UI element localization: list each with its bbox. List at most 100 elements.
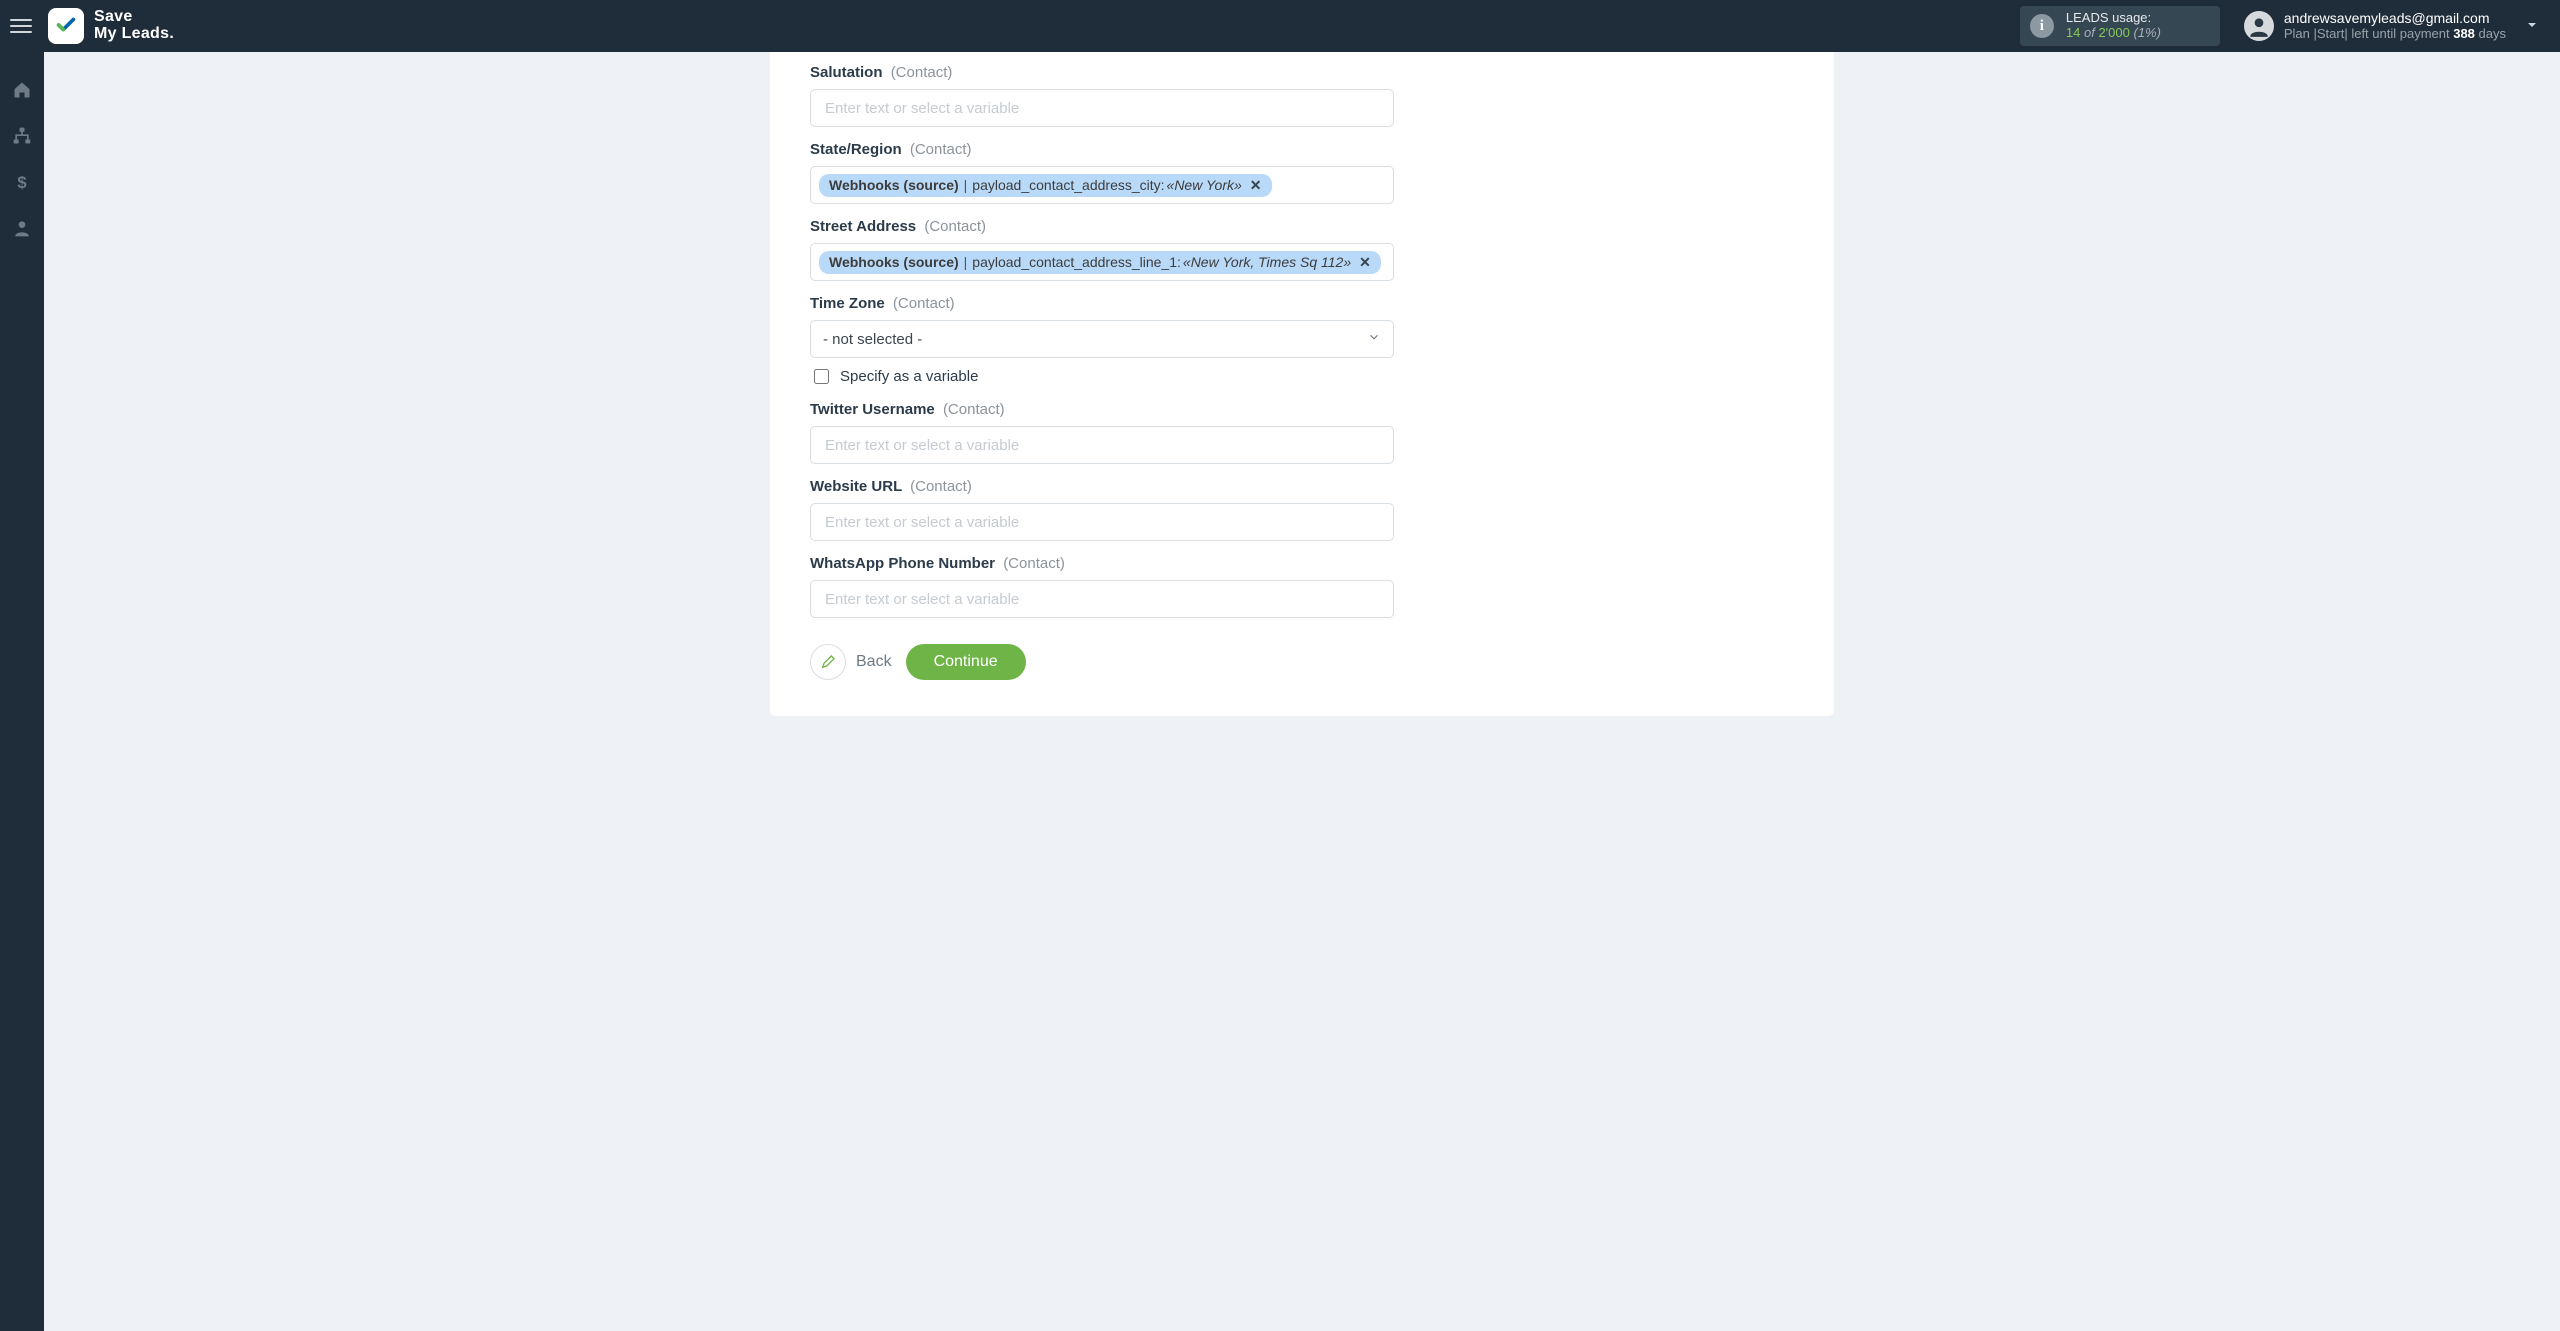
sidebar-item-home[interactable] [11,80,33,102]
brand-line2: My Leads [94,26,174,43]
website-input[interactable] [810,503,1394,541]
specify-variable-checkbox[interactable] [814,369,829,384]
usage-used: 14 [2066,25,2080,40]
info-icon: i [2030,14,2054,38]
whatsapp-input[interactable] [810,580,1394,618]
sidebar: $ [0,52,44,1331]
user-icon [12,218,32,241]
field-label: Street Address (Contact) [810,218,1360,235]
state-region-input[interactable]: Webhooks (source) | payload_contact_addr… [810,166,1394,204]
label-text: WhatsApp Phone Number [810,555,995,572]
label-context: (Contact) [924,218,986,235]
field-salutation: Salutation (Contact) [810,64,1360,127]
chip-sep: | [964,177,968,193]
field-website: Website URL (Contact) [810,478,1360,541]
label-text: Website URL [810,478,902,495]
close-icon: ✕ [1359,254,1371,270]
checkmark-icon [55,14,77,39]
salutation-input[interactable] [810,89,1394,127]
form-actions: Back Continue [810,644,1360,680]
chevron-down-icon [1367,330,1381,348]
specify-variable-row[interactable]: Specify as a variable [810,366,1360,387]
chevron-down-icon [2524,20,2540,36]
chip-remove[interactable]: ✕ [1359,254,1371,271]
twitter-text-input[interactable] [823,436,1381,455]
specify-variable-label: Specify as a variable [840,368,978,385]
field-label: Twitter Username (Contact) [810,401,1360,418]
variable-chip: Webhooks (source) | payload_contact_addr… [819,251,1381,274]
field-street-address: Street Address (Contact) Webhooks (sourc… [810,218,1360,281]
chip-path: payload_contact_address_city: [972,177,1164,193]
salutation-text-input[interactable] [823,99,1381,118]
account-email: andrewsavemyleads@gmail.com [2284,10,2506,26]
field-state-region: State/Region (Contact) Webhooks (source)… [810,141,1360,204]
chip-source: Webhooks (source) [829,254,959,270]
field-label: State/Region (Contact) [810,141,1360,158]
field-whatsapp: WhatsApp Phone Number (Contact) [810,555,1360,618]
variable-chip: Webhooks (source) | payload_contact_addr… [819,174,1272,197]
label-context: (Contact) [910,141,972,158]
svg-text:$: $ [17,172,27,191]
label-context: (Contact) [910,478,972,495]
chip-path: payload_contact_address_line_1: [972,254,1181,270]
brand-line1: Save [94,9,174,26]
label-text: Salutation [810,64,883,81]
account-info: andrewsavemyleads@gmail.com Plan |Start|… [2284,10,2506,41]
usage-total: 2'000 [2098,25,2129,40]
field-label: Salutation (Contact) [810,64,1360,81]
pencil-icon [810,644,846,680]
label-context: (Contact) [943,401,1005,418]
chip-remove[interactable]: ✕ [1250,177,1262,194]
menu-toggle[interactable] [8,13,34,39]
plan-prefix: Plan |Start| left until payment [2284,26,2453,41]
usage-title: LEADS usage: [2066,11,2161,26]
label-context: (Contact) [893,295,955,312]
close-icon: ✕ [1250,177,1262,193]
continue-button[interactable]: Continue [906,644,1026,680]
chip-source: Webhooks (source) [829,177,959,193]
label-text: Street Address [810,218,916,235]
usage-of: of [2084,25,2095,40]
brand-name: Save My Leads [94,9,174,43]
chip-value: «New York» [1167,177,1242,193]
field-twitter: Twitter Username (Contact) [810,401,1360,464]
time-zone-select[interactable]: - not selected - [810,320,1394,358]
twitter-input[interactable] [810,426,1394,464]
back-label: Back [856,653,892,671]
leads-usage-text: LEADS usage: 14 of 2'000 (1%) [2066,11,2161,41]
sidebar-item-billing[interactable]: $ [11,172,33,194]
field-time-zone: Time Zone (Contact) - not selected - Spe… [810,295,1360,387]
whatsapp-text-input[interactable] [823,590,1381,609]
account-plan: Plan |Start| left until payment 388 days [2284,27,2506,42]
home-icon [12,80,32,103]
sidebar-item-profile[interactable] [11,218,33,240]
continue-label: Continue [934,653,998,670]
back-button[interactable]: Back [810,644,892,680]
usage-detail: 14 of 2'000 (1%) [2066,26,2161,41]
select-value: - not selected - [823,331,922,348]
label-text: Time Zone [810,295,885,312]
label-text: State/Region [810,141,902,158]
sidebar-item-connections[interactable] [11,126,33,148]
avatar-icon [2244,11,2274,41]
sitemap-icon [12,126,32,149]
plan-days: 388 [2453,26,2475,41]
leads-usage-widget[interactable]: i LEADS usage: 14 of 2'000 (1%) [2020,6,2220,46]
dollar-icon: $ [12,172,32,195]
field-label: Time Zone (Contact) [810,295,1360,312]
label-context: (Contact) [891,64,953,81]
plan-suffix: days [2475,26,2506,41]
app-header: Save My Leads i LEADS usage: 14 of 2'000… [0,0,2560,52]
field-label: WhatsApp Phone Number (Contact) [810,555,1360,572]
website-text-input[interactable] [823,513,1381,532]
label-context: (Contact) [1003,555,1065,572]
label-text: Twitter Username [810,401,935,418]
street-address-input[interactable]: Webhooks (source) | payload_contact_addr… [810,243,1394,281]
account-widget[interactable]: andrewsavemyleads@gmail.com Plan |Start|… [2244,10,2506,41]
page-scroll[interactable]: Salutation (Contact) State/Region (Conta… [44,52,2560,1331]
chip-sep: | [964,254,968,270]
app-logo[interactable] [48,8,84,44]
form-card: Salutation (Contact) State/Region (Conta… [770,52,1834,716]
account-dropdown-toggle[interactable] [2516,17,2548,36]
usage-percent: (1%) [2133,25,2160,40]
